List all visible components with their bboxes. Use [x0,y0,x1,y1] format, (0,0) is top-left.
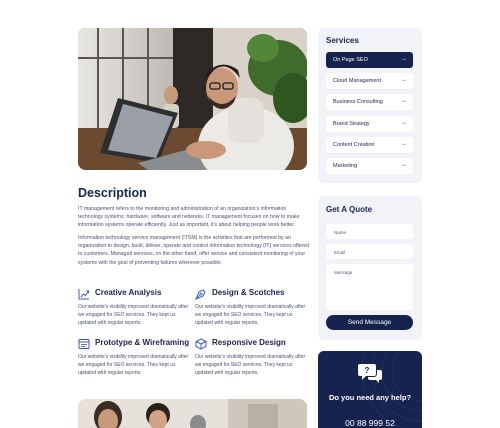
feature-title: Creative Analysis [95,288,162,297]
service-label: Marketing [333,163,358,169]
description-paragraph: Information technology service managemen… [78,235,310,266]
pen-tool-icon [195,287,207,300]
page: Description IT management refers to the … [0,0,500,428]
help-phone[interactable]: 00 88 999 52 [318,418,422,428]
arrow-right-icon: → [401,56,407,62]
service-label: Business Consulting [333,99,383,105]
feature-title: Responsive Design [212,338,286,347]
arrow-right-icon: → [401,141,407,147]
service-item-business-consulting[interactable]: Business Consulting → [326,94,413,110]
chat-question-icon: ? [358,362,382,389]
feature-description: Our website's visibility improved dramat… [195,304,306,326]
chart-icon [78,287,90,300]
services-heading: Services [326,36,359,45]
service-item-content-creation[interactable]: Content Creation → [326,137,413,153]
service-item-cloud-management[interactable]: Cloud Management → [326,73,413,89]
hero-image [78,28,307,170]
quote-heading: Get A Quote [326,205,373,214]
name-field[interactable]: Name [326,224,413,239]
message-field[interactable]: Message [326,264,413,310]
feature-description: Our website's visibility improved dramat… [78,354,189,376]
help-text: Do you need any help? [328,393,412,402]
services-card: Services On Page SEO → Cloud Management … [318,28,422,183]
help-card: ? Do you need any help? 00 88 999 52 [318,351,422,428]
arrow-right-icon: → [401,162,407,168]
email-field[interactable]: Email [326,244,413,259]
team-image [78,399,307,428]
send-message-button[interactable]: Send Message [326,315,413,330]
service-label: Brand Strategy [333,121,370,127]
service-label: On Page SEO [333,57,368,63]
svg-text:?: ? [365,366,370,375]
description-paragraph: IT management refers to the monitoring a… [78,206,300,229]
feature-description: Our website's visibility improved dramat… [78,304,189,326]
browser-window-icon [78,337,90,349]
feature-title: Design & Scotches [212,288,285,297]
service-item-brand-strategy[interactable]: Brand Strategy → [326,116,413,132]
description-heading: Description [78,186,147,200]
feature-title: Prototype & Wireframing [95,338,190,347]
service-label: Content Creation [333,142,375,148]
arrow-right-icon: → [401,77,407,83]
cube-icon [195,337,207,350]
quote-card: Get A Quote Name Email Message Send Mess… [318,196,422,340]
arrow-right-icon: → [401,120,407,126]
feature-description: Our website's visibility improved dramat… [195,354,306,376]
arrow-right-icon: → [401,98,407,104]
service-item-on-page-seo[interactable]: On Page SEO → [326,52,413,68]
service-item-marketing[interactable]: Marketing → [326,158,413,174]
service-label: Cloud Management [333,78,382,84]
